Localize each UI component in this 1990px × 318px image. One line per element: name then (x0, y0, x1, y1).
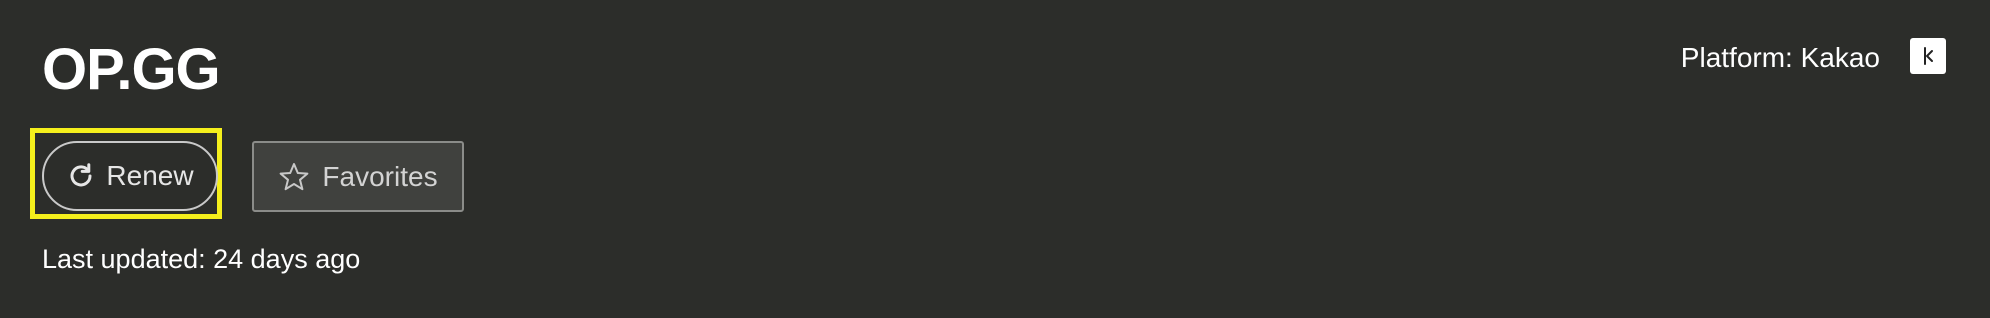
star-outline-icon (278, 161, 310, 193)
platform-label: Platform: Kakao (1680, 42, 1880, 73)
favorites-button[interactable]: Favorites (252, 141, 464, 212)
kakao-logo-icon (1910, 38, 1946, 74)
refresh-icon (66, 161, 96, 191)
renew-label: Renew (106, 160, 194, 191)
profile-header: OP.GG Renew Favorites Last updated: 24 d… (0, 0, 1990, 318)
renew-button[interactable]: Renew (42, 141, 218, 211)
favorites-label: Favorites (322, 160, 438, 192)
site-title: OP.GG (42, 37, 221, 102)
last-updated-text: Last updated: 24 days ago (42, 244, 361, 274)
